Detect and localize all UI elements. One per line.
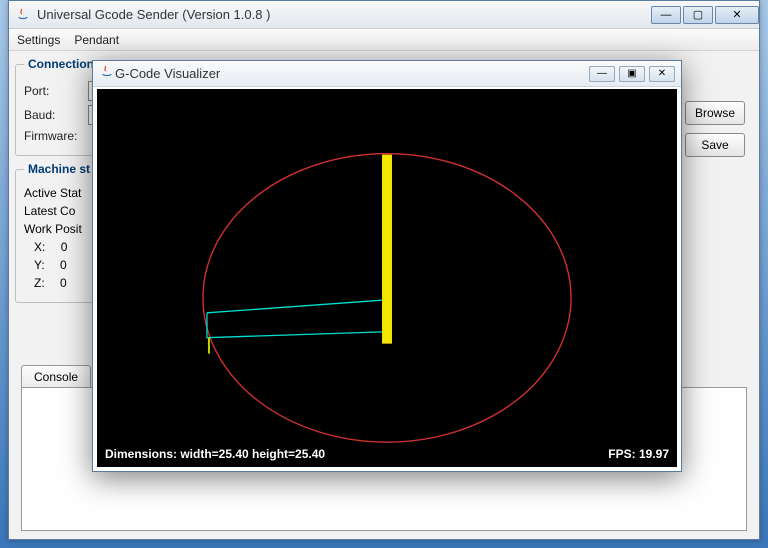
save-button[interactable]: Save <box>685 133 745 157</box>
z-value: 0 <box>60 276 67 290</box>
active-state-label: Active Stat <box>24 186 81 200</box>
port-label: Port: <box>24 84 82 98</box>
tabbar: Console <box>21 365 93 388</box>
visualizer-canvas[interactable]: Dimensions: width=25.40 height=25.40 FPS… <box>97 89 677 467</box>
firmware-label: Firmware: <box>24 129 82 143</box>
fps-readout: FPS: 19.97 <box>608 447 669 461</box>
toolpath-triangle <box>207 300 386 338</box>
visualizer-maximize-button[interactable]: ▣ <box>619 66 645 82</box>
visualizer-title: G-Code Visualizer <box>115 66 585 81</box>
machine-status-legend: Machine st <box>24 162 94 176</box>
java-icon <box>15 7 31 23</box>
close-button[interactable]: ✕ <box>715 6 759 24</box>
browse-button[interactable]: Browse <box>685 101 745 125</box>
baud-label: Baud: <box>24 108 82 122</box>
tool-cursor <box>382 155 392 344</box>
menu-settings[interactable]: Settings <box>17 33 60 47</box>
menubar: Settings Pendant <box>9 29 759 51</box>
dimensions-readout: Dimensions: width=25.40 height=25.40 <box>105 447 325 461</box>
menu-pendant[interactable]: Pendant <box>74 33 119 47</box>
y-label: Y: <box>34 258 45 272</box>
window-buttons: — ▢ ✕ <box>649 6 759 24</box>
main-window-title: Universal Gcode Sender (Version 1.0.8 ) <box>37 7 649 22</box>
visualizer-minimize-button[interactable]: — <box>589 66 615 82</box>
main-titlebar: Universal Gcode Sender (Version 1.0.8 ) … <box>9 1 759 29</box>
java-icon <box>99 64 115 83</box>
x-label: X: <box>34 240 45 254</box>
work-position-label: Work Posit <box>24 222 82 236</box>
maximize-button[interactable]: ▢ <box>683 6 713 24</box>
visualizer-titlebar: G-Code Visualizer — ▣ ✕ <box>93 61 681 87</box>
x-value: 0 <box>61 240 68 254</box>
connection-legend: Connection <box>24 57 98 71</box>
tab-console[interactable]: Console <box>21 365 91 388</box>
z-label: Z: <box>34 276 45 290</box>
gcode-plot <box>97 89 677 467</box>
y-value: 0 <box>60 258 67 272</box>
visualizer-close-button[interactable]: ✕ <box>649 66 675 82</box>
minimize-button[interactable]: — <box>651 6 681 24</box>
visualizer-window: G-Code Visualizer — ▣ ✕ Dimensions: widt… <box>92 60 682 472</box>
latest-comment-label: Latest Co <box>24 204 75 218</box>
